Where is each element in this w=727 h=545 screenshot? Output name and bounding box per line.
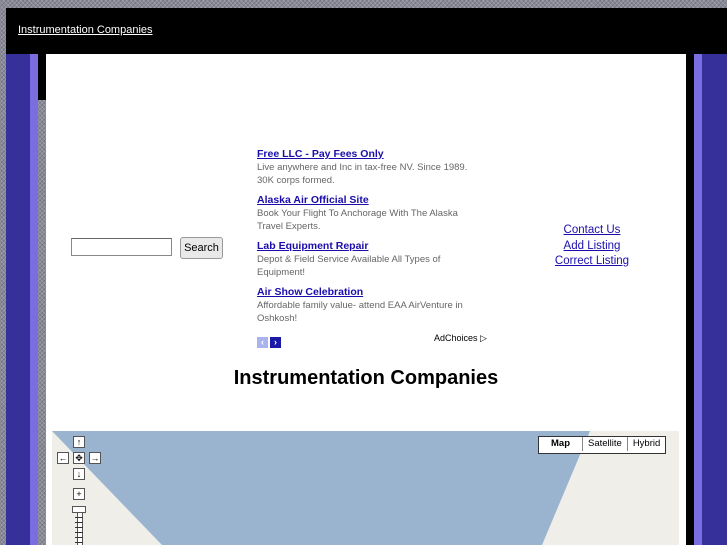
left-side-accent bbox=[30, 54, 38, 545]
header-bar: Instrumentation Companies bbox=[6, 8, 727, 54]
correct-listing-link[interactable]: Correct Listing bbox=[552, 254, 632, 270]
ad-navigation: ‹ › bbox=[257, 332, 283, 348]
zoom-slider-thumb[interactable] bbox=[72, 506, 86, 513]
ad-item: Free LLC - Pay Fees Only Live anywhere a… bbox=[257, 147, 482, 187]
map-type-selector: Map Satellite Hybrid bbox=[538, 436, 667, 454]
page-title: Instrumentation Companies bbox=[233, 367, 499, 389]
right-corner-block bbox=[686, 54, 694, 100]
map-type-satellite-button[interactable]: Satellite bbox=[583, 437, 628, 451]
ad-description: Live anywhere and Inc in tax-free NV. Si… bbox=[257, 162, 468, 186]
zoom-tick bbox=[75, 542, 83, 543]
zoom-tick bbox=[75, 517, 83, 518]
ad-item: Lab Equipment Repair Depot & Field Servi… bbox=[257, 239, 482, 279]
map-type-map-button[interactable]: Map bbox=[539, 437, 583, 451]
search-button[interactable]: Search bbox=[180, 237, 223, 259]
right-side-accent bbox=[694, 54, 702, 545]
contact-us-link[interactable]: Contact Us bbox=[552, 223, 632, 239]
adchoices-link[interactable]: AdChoices ▷ bbox=[434, 333, 487, 344]
ad-title-link[interactable]: Air Show Celebration bbox=[257, 285, 482, 299]
ad-description: Depot & Field Service Available All Type… bbox=[257, 254, 441, 278]
zoom-tick bbox=[75, 537, 83, 538]
adchoices-label: AdChoices bbox=[434, 333, 478, 343]
pan-right-icon[interactable]: → bbox=[89, 452, 101, 464]
content-right-edge bbox=[686, 100, 694, 545]
zoom-slider[interactable] bbox=[73, 513, 85, 545]
ad-title-link[interactable]: Lab Equipment Repair bbox=[257, 239, 482, 253]
left-side-border bbox=[6, 54, 38, 545]
right-side-border bbox=[694, 54, 727, 545]
site-title-link[interactable]: Instrumentation Companies bbox=[18, 24, 153, 36]
search-input[interactable] bbox=[71, 238, 172, 256]
zoom-tick bbox=[75, 527, 83, 528]
pan-left-icon[interactable]: ← bbox=[57, 452, 69, 464]
map-type-hybrid-button[interactable]: Hybrid bbox=[627, 437, 666, 451]
ad-title-link[interactable]: Alaska Air Official Site bbox=[257, 193, 482, 207]
listing-links: Contact Us Add Listing Correct Listing bbox=[552, 223, 632, 270]
map-widget[interactable]: ↑ ← ✥ → ↓ + Map Satellite Hybrid bbox=[52, 431, 679, 545]
ad-description: Book Your Flight To Anchorage With The A… bbox=[257, 208, 458, 232]
pan-center-icon[interactable]: ✥ bbox=[73, 452, 85, 464]
adchoices-icon: ▷ bbox=[480, 333, 487, 343]
left-corner-block bbox=[38, 54, 46, 100]
pan-down-icon[interactable]: ↓ bbox=[73, 468, 85, 480]
pan-up-icon[interactable]: ↑ bbox=[73, 436, 85, 448]
zoom-tick bbox=[75, 522, 83, 523]
ad-item: Air Show Celebration Affordable family v… bbox=[257, 285, 482, 325]
ad-item: Alaska Air Official Site Book Your Fligh… bbox=[257, 193, 482, 233]
add-listing-link[interactable]: Add Listing bbox=[552, 239, 632, 255]
zoom-tick bbox=[75, 532, 83, 533]
ad-next-arrow-icon[interactable]: › bbox=[270, 337, 281, 348]
ad-prev-arrow-icon[interactable]: ‹ bbox=[257, 337, 268, 348]
zoom-in-icon[interactable]: + bbox=[73, 488, 85, 500]
ad-title-link[interactable]: Free LLC - Pay Fees Only bbox=[257, 147, 482, 161]
ad-description: Affordable family value- attend EAA AirV… bbox=[257, 300, 463, 324]
